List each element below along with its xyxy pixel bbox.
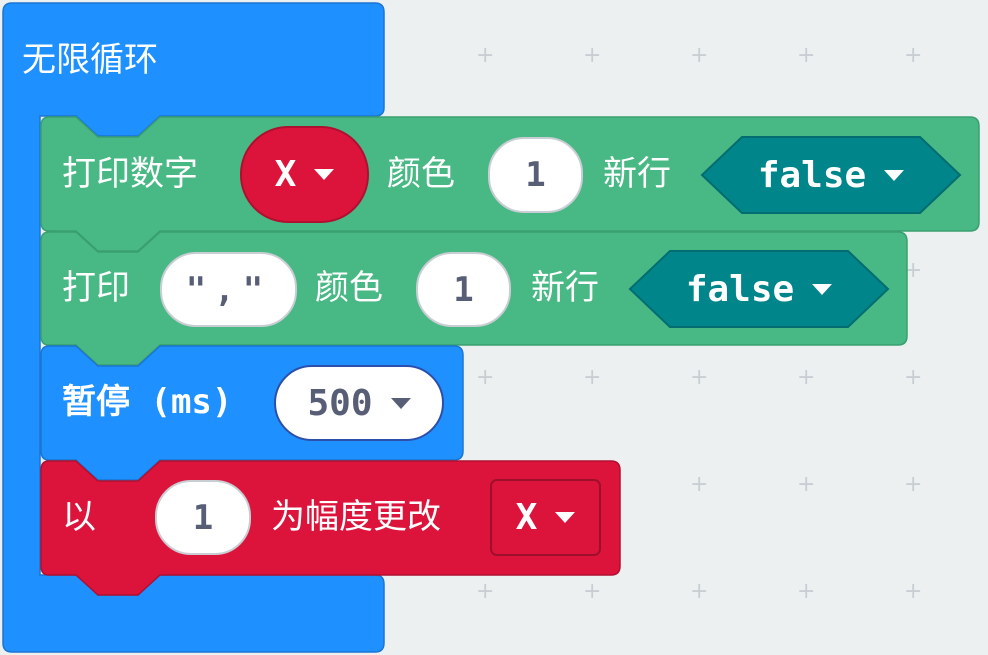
block-shapes (2, 2, 980, 653)
newline-label: 新行 (531, 268, 599, 308)
color-input[interactable]: 1 (416, 252, 511, 327)
change-prefix-label: 以 (62, 497, 96, 537)
forever-label: 无限循环 (22, 40, 158, 80)
newline-label: 新行 (603, 154, 671, 194)
pause-label: 暂停 (ms) (62, 382, 233, 422)
color-input[interactable]: 1 (488, 137, 583, 213)
amount-input[interactable]: 1 (155, 480, 251, 555)
newline-value: false (757, 154, 867, 196)
variable-dropdown[interactable]: X (241, 127, 368, 222)
pause-value-dropdown[interactable]: 500 (275, 366, 443, 440)
pause-value: 500 (307, 382, 373, 424)
newline-dropdown[interactable]: false (630, 251, 888, 327)
print-number-label: 打印数字 (62, 154, 198, 194)
variable-value: X (274, 154, 297, 195)
print-text-label: 打印 (62, 268, 130, 308)
change-label: 为幅度更改 (271, 497, 441, 537)
chevron-down-icon (812, 283, 833, 295)
newline-value: false (685, 268, 795, 310)
text-input[interactable]: "," (160, 252, 297, 327)
chevron-down-icon (555, 512, 576, 523)
variable-dropdown[interactable]: X (491, 480, 600, 555)
variable-value: X (515, 497, 538, 538)
color-label: 颜色 (315, 268, 383, 308)
chevron-down-icon (390, 397, 411, 409)
color-label: 颜色 (387, 154, 455, 194)
newline-dropdown[interactable]: false (702, 137, 960, 213)
chevron-down-icon (884, 169, 905, 181)
chevron-down-icon (314, 169, 335, 180)
